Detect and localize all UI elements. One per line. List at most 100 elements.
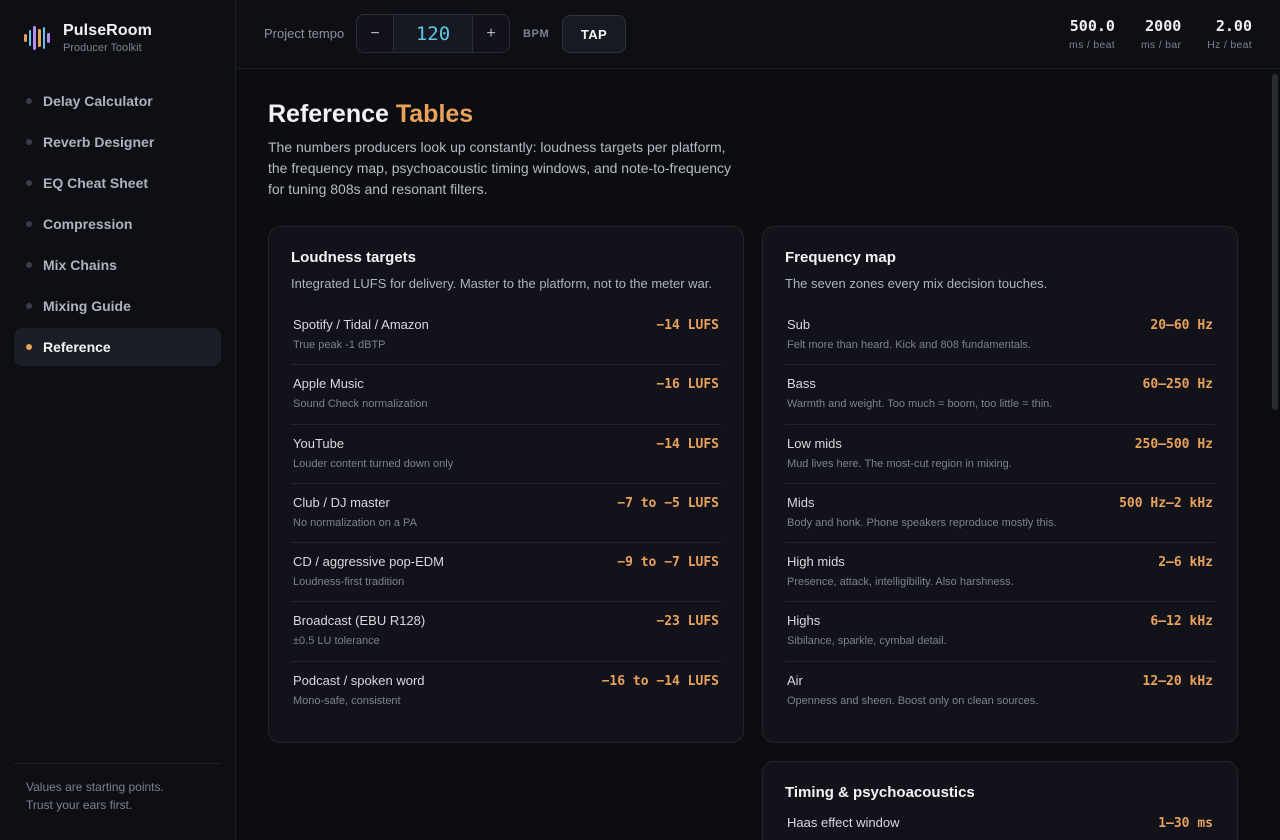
row-name: YouTube (293, 435, 345, 451)
sidebar-item-label: Reverb Designer (43, 134, 155, 150)
table-row: Sub Felt more than heard. Kick and 808 fu… (785, 306, 1215, 366)
row-value: −14 LUFS (656, 436, 719, 452)
sidebar-item-eq-cheat-sheet[interactable]: EQ Cheat Sheet (14, 164, 221, 202)
row-value: 20–60 Hz (1150, 318, 1213, 333)
row-name: Haas effect window (787, 815, 900, 830)
row-value: 250–500 Hz (1134, 436, 1213, 452)
nav-dot-icon (26, 303, 32, 309)
nav-dot-icon (26, 180, 32, 186)
nav-dot-icon (26, 98, 32, 104)
row-text: Spotify / Tidal / Amazon True peak -1 dBT… (293, 317, 429, 351)
row-note: Openness and sheen. Boost only on clean … (787, 694, 1039, 707)
tap-tempo-button[interactable]: TAP (562, 15, 626, 53)
row-value: 6–12 kHz (1150, 614, 1213, 630)
increment-tempo-button[interactable]: + (473, 15, 509, 52)
table-row: Bass Warmth and weight. Too much = boom, … (785, 365, 1215, 425)
row-text: Air Openness and sheen. Boost only on cle… (787, 673, 1038, 707)
stat-ms-per-bar: 2000 ms / bar (1141, 17, 1181, 51)
sidebar-item-label: Mix Chains (43, 257, 117, 273)
table-row: YouTube Louder content turned down only −1… (291, 425, 721, 484)
page-description: The numbers producers look up constantly… (268, 139, 732, 197)
sidebar-item-compression[interactable]: Compression (14, 205, 221, 243)
table-row: Podcast / spoken word Mono-safe, consiste… (291, 662, 721, 721)
table-row: CD / aggressive pop-EDM Loudness-first tr… (291, 543, 721, 603)
row-name: Mids (787, 494, 815, 510)
row-name: Highs (787, 613, 821, 629)
scrollbar-thumb[interactable] (1272, 74, 1278, 410)
sidebar-item-delay-calculator[interactable]: Delay Calculator (14, 82, 221, 120)
decrement-tempo-button[interactable]: − (357, 15, 393, 52)
sidebar-item-label: Reference (43, 339, 111, 355)
main-content: Reference Tables The numbers producers l… (236, 70, 1280, 840)
row-name: Apple Music (293, 376, 364, 392)
sidebar-item-mix-chains[interactable]: Mix Chains (14, 246, 221, 284)
stat-unit: ms / beat (1069, 39, 1115, 51)
card-title: Timing & psychoacoustics (785, 784, 975, 801)
sidebar-item-reverb-designer[interactable]: Reverb Designer (14, 123, 221, 161)
row-value: −16 to −14 LUFS (601, 673, 719, 689)
card-description: Integrated LUFS for delivery. Master to … (291, 276, 713, 291)
row-name: Sub (787, 317, 811, 332)
row-name: Podcast / spoken word (293, 672, 425, 688)
stat-value: 500.0 (1069, 17, 1115, 35)
row-value: 60–250 Hz (1142, 377, 1213, 393)
frequency-table: Sub Felt more than heard. Kick and 808 fu… (785, 306, 1215, 721)
sidebar-footer: Values are starting points. Trust your e… (14, 763, 221, 814)
sidebar-item-mixing-guide[interactable]: Mixing Guide (14, 287, 221, 325)
nav-dot-icon (26, 221, 32, 227)
row-value: −16 LUFS (656, 377, 719, 393)
row-text: Club / DJ master No normalization on a PA (293, 495, 417, 529)
row-text: Bass Warmth and weight. Too much = boom, … (787, 376, 1052, 410)
sidebar-item-label: Delay Calculator (43, 93, 153, 109)
row-note: No normalization on a PA (293, 516, 417, 529)
row-note: Mono-safe, consistent (293, 694, 401, 707)
row-text: Low mids Mud lives here. The most-cut reg… (787, 436, 1012, 470)
tempo-label: Project tempo (264, 26, 345, 41)
row-text: Broadcast (EBU R128) ±0.5 LU tolerance (293, 613, 425, 647)
row-note: Warmth and weight. Too much = boom, too … (787, 398, 1053, 411)
brand-name: PulseRoom (63, 22, 152, 39)
table-row: High mids Presence, attack, intelligibili… (785, 543, 1215, 603)
nav-dot-icon (26, 139, 32, 145)
row-name: Broadcast (EBU R128) (293, 613, 426, 629)
row-note: Presence, attack, intelligibility. Also … (787, 576, 1014, 589)
bpm-value-input[interactable]: 120 (393, 15, 473, 52)
table-row: Air Openness and sheen. Boost only on cle… (785, 662, 1215, 721)
sidebar-nav: Delay Calculator Reverb Designer EQ Chea… (14, 82, 221, 369)
row-name: CD / aggressive pop-EDM (293, 554, 444, 570)
sidebar: PulseRoom Producer Toolkit Delay Calcula… (0, 0, 236, 840)
row-value: −9 to −7 LUFS (617, 555, 719, 571)
row-note: Body and honk. Phone speakers reproduce … (787, 516, 1057, 529)
row-text: High mids Presence, attack, intelligibili… (787, 554, 1014, 588)
sidebar-item-label: EQ Cheat Sheet (43, 175, 149, 191)
row-value: 12–20 kHz (1142, 673, 1213, 689)
row-value: −7 to −5 LUFS (617, 495, 719, 511)
frequency-map-card: Frequency map The seven zones every mix … (762, 226, 1238, 743)
loudness-table: Spotify / Tidal / Amazon True peak -1 dBT… (291, 306, 721, 721)
brand[interactable]: PulseRoom Producer Toolkit (24, 22, 152, 54)
card-title: Frequency map (785, 249, 896, 266)
card-description: The seven zones every mix decision touch… (785, 276, 1048, 291)
nav-dot-icon (26, 262, 32, 268)
timing-table: Haas effect window 1–30 ms (785, 815, 1215, 839)
row-name: Bass (787, 376, 816, 392)
row-note: ±0.5 LU tolerance (293, 635, 380, 648)
stat-unit: ms / bar (1140, 39, 1182, 51)
row-value: −23 LUFS (656, 614, 719, 630)
table-row: Low mids Mud lives here. The most-cut reg… (785, 425, 1215, 484)
stat-unit: Hz / beat (1207, 39, 1252, 51)
row-text: YouTube Louder content turned down only (293, 436, 453, 470)
row-text: Sub Felt more than heard. Kick and 808 fu… (787, 317, 1031, 351)
timing-psychoacoustics-card: Timing & psychoacoustics Haas effect win… (762, 761, 1238, 840)
table-row: Highs Sibilance, sparkle, cymbal detail. 6… (785, 602, 1215, 662)
page-title: Reference Tables (268, 100, 473, 129)
footer-note-line: Values are starting points. (26, 780, 164, 794)
row-value: 1–30 ms (1158, 816, 1213, 831)
loudness-targets-card: Loudness targets Integrated LUFS for del… (268, 226, 744, 743)
tempo-stepper: − 120 + (356, 14, 510, 53)
sidebar-item-reference[interactable]: Reference (14, 328, 221, 366)
row-name: Air (787, 672, 803, 688)
row-note: Sound Check normalization (293, 398, 428, 411)
row-name: Spotify / Tidal / Amazon (293, 317, 429, 332)
sidebar-item-label: Compression (43, 216, 133, 232)
